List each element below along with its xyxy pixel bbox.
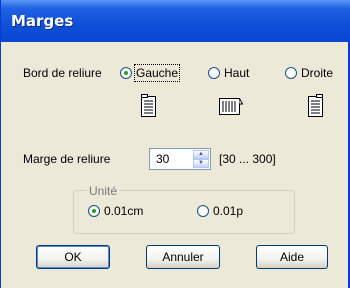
spin-arrows[interactable]: ▲ ▼ (193, 150, 209, 168)
radio-unit-cm[interactable] (88, 205, 100, 217)
title-bar[interactable]: Marges (1, 0, 350, 42)
right-bind-page-icon (308, 94, 323, 117)
cancel-button-label: Annuler (162, 250, 204, 264)
radio-droite-label[interactable]: Droite (301, 66, 333, 80)
dialog-title: Marges (11, 12, 74, 30)
spin-up-icon[interactable]: ▲ (193, 150, 209, 159)
binding-edge-label: Bord de reliure (23, 66, 102, 80)
binding-margin-label: Marge de reliure (23, 152, 111, 166)
radio-haut-label[interactable]: Haut (224, 66, 249, 80)
binding-margin-value[interactable]: 30 (156, 152, 169, 166)
radio-droite[interactable] (285, 67, 297, 79)
ok-button-label: OK (64, 250, 82, 264)
radio-unit-p-label[interactable]: 0.01p (213, 204, 243, 218)
unit-group-title: Unité (87, 184, 120, 198)
radio-gauche-label[interactable]: Gauche (133, 64, 181, 82)
spin-down-icon[interactable]: ▼ (193, 159, 209, 168)
binding-margin-spinbox[interactable]: 30 ▲ ▼ (149, 148, 211, 170)
ok-button[interactable]: OK (36, 245, 110, 269)
top-bind-page-icon (219, 98, 243, 115)
radio-haut[interactable] (208, 67, 220, 79)
radio-gauche[interactable] (120, 67, 132, 79)
cancel-button[interactable]: Annuler (146, 245, 220, 269)
help-button-label: Aide (279, 250, 305, 264)
radio-unit-cm-label[interactable]: 0.01cm (104, 204, 143, 218)
binding-margin-range: [30 ... 300] (219, 152, 276, 166)
margins-dialog: Marges Bord de reliure Gauche Haut Droit… (0, 0, 350, 288)
help-button[interactable]: Aide (256, 245, 328, 269)
left-bind-page-icon (141, 94, 156, 117)
radio-unit-p[interactable] (197, 205, 209, 217)
